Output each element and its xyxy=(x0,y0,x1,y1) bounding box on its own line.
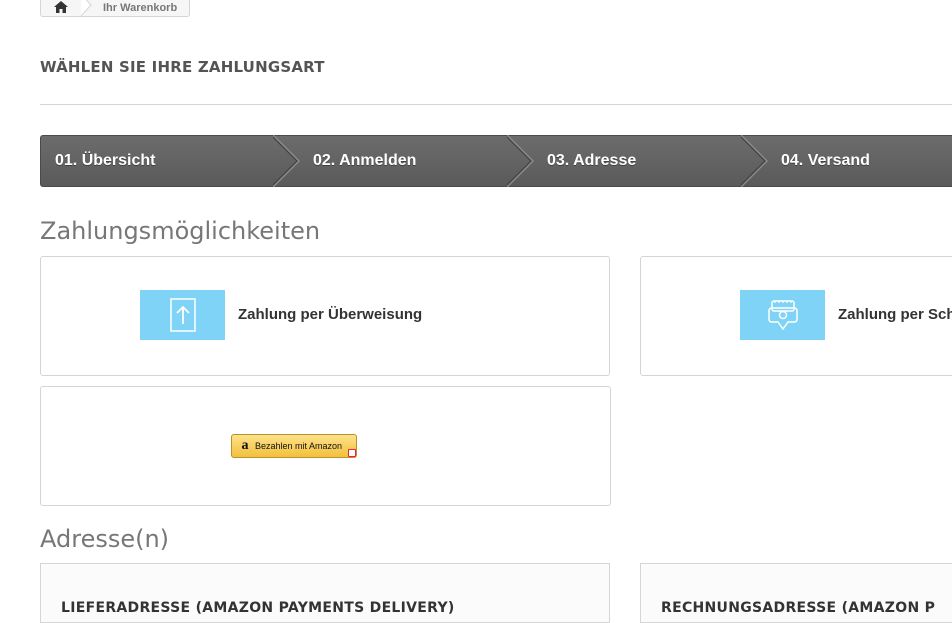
checkout-steps: 01. Übersicht 02. Anmelden 03. Adresse 0… xyxy=(40,135,952,187)
amazon-pay-label: Bezahlen mit Amazon xyxy=(255,441,343,451)
bank-transfer-icon xyxy=(140,290,225,340)
breadcrumb: Ihr Warenkorb xyxy=(40,0,191,17)
breadcrumb-separator xyxy=(81,0,93,16)
payment-option-amazon: a Bezahlen mit Amazon xyxy=(40,386,611,506)
step-login[interactable]: 02. Anmelden xyxy=(313,136,416,186)
amazon-badge-icon xyxy=(348,449,356,457)
delivery-address-box: LIEFERADRESSE (AMAZON PAYMENTS DELIVERY) xyxy=(40,563,610,623)
step-address[interactable]: 03. Adresse xyxy=(547,136,636,186)
payment-option-label: Zahlung per Sch xyxy=(838,306,952,323)
cheque-icon xyxy=(740,290,825,340)
address-section-title: Adresse(n) xyxy=(40,525,170,553)
delivery-address-title: LIEFERADRESSE (AMAZON PAYMENTS DELIVERY) xyxy=(61,600,455,616)
home-icon xyxy=(54,1,68,13)
heading-divider xyxy=(40,104,952,105)
step-separator xyxy=(507,135,535,187)
step-separator xyxy=(273,135,301,187)
payment-option-label: Zahlung per Überweisung xyxy=(238,306,423,323)
step-separator xyxy=(741,135,769,187)
payment-section-title: Zahlungsmöglichkeiten xyxy=(40,217,321,245)
breadcrumb-current[interactable]: Ihr Warenkorb xyxy=(93,0,189,16)
page-title: WÄHLEN SIE IHRE ZAHLUNGSART xyxy=(40,58,325,76)
payment-option-bankwire[interactable]: Zahlung per Überweisung xyxy=(40,256,610,376)
step-shipping[interactable]: 04. Versand xyxy=(781,136,870,186)
amazon-logo-icon: a xyxy=(241,438,249,453)
payment-option-cheque[interactable]: Zahlung per Sch xyxy=(640,256,952,376)
step-summary[interactable]: 01. Übersicht xyxy=(55,136,155,186)
invoice-address-box: RECHNUNGSADRESSE (AMAZON P xyxy=(640,563,952,623)
breadcrumb-home[interactable] xyxy=(41,0,81,16)
amazon-pay-button[interactable]: a Bezahlen mit Amazon xyxy=(231,434,357,458)
invoice-address-title: RECHNUNGSADRESSE (AMAZON P xyxy=(661,600,936,616)
